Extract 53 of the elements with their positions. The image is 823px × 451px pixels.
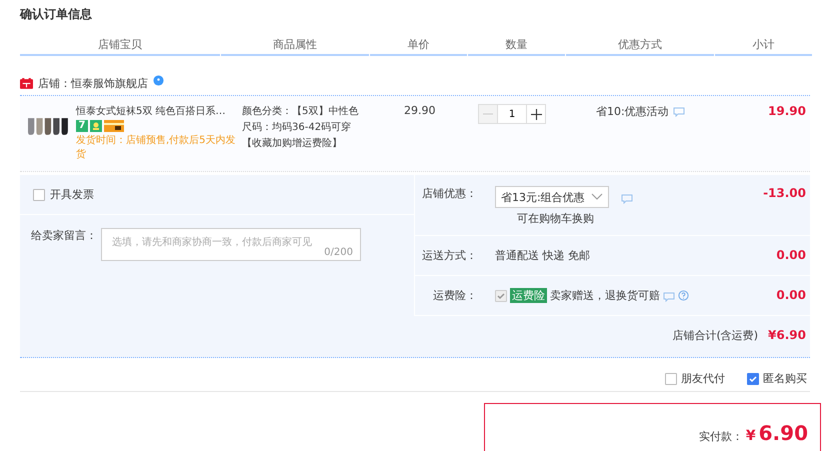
- column-header: 优惠方式: [566, 37, 714, 56]
- fee-amount: 0.00: [775, 288, 806, 302]
- ship-time: 发货时间：店铺预售,付款后5天内发货: [76, 134, 237, 162]
- help-icon[interactable]: [678, 290, 689, 301]
- fee-label: 运费险：: [432, 288, 477, 303]
- column-header: 单价: [370, 37, 467, 56]
- payment-label: 实付款：: [698, 429, 743, 444]
- item-subtotal: 19.90: [768, 104, 806, 118]
- product-attribute: 颜色分类：【5双】中性色: [242, 104, 360, 119]
- unit-price: 29.90: [404, 104, 436, 117]
- message-icon[interactable]: [663, 292, 675, 302]
- column-header: 数量: [468, 37, 565, 56]
- product-title[interactable]: 恒泰女式短袜5双 纯色百搭日系…: [76, 104, 238, 118]
- shipping-method: 普通配送 快递 免邮: [495, 248, 590, 263]
- option-label: 朋友代付: [681, 371, 725, 386]
- store-logo-icon: [20, 78, 33, 89]
- store-name[interactable]: 店铺：恒泰服饰旗舰店: [38, 76, 148, 91]
- column-header: 商品属性: [221, 37, 369, 56]
- option-checkbox[interactable]: [665, 372, 677, 384]
- promotion-text: 省10:优惠活动: [596, 104, 669, 119]
- plus-icon: [530, 108, 542, 120]
- insurance-tag: 运费险: [510, 288, 547, 303]
- fee-label: 运送方式：: [421, 248, 477, 263]
- check-icon: [748, 374, 758, 384]
- message-icon[interactable]: [672, 107, 685, 117]
- fee-amount: 0.00: [775, 248, 806, 262]
- column-header: 店铺宝贝: [20, 37, 220, 56]
- card-icon: [104, 120, 124, 132]
- chevron-down-icon: [590, 193, 603, 201]
- store-total-amount: ¥6.90: [768, 328, 806, 343]
- discount-note: 可在购物车换购: [517, 211, 595, 226]
- discount-dropdown[interactable]: 省13元:组合优惠: [495, 186, 609, 208]
- message-icon[interactable]: [620, 194, 633, 204]
- product-attribute: 尺码：均码36-42码可穿【收藏加购增运费险】: [242, 120, 352, 151]
- column-header: 小计: [715, 37, 812, 56]
- fee-amount: -13.00: [762, 186, 806, 200]
- fee-label: 店铺优惠：: [421, 186, 477, 201]
- chat-icon[interactable]: [153, 75, 164, 86]
- invoice-label: 开具发票: [50, 187, 94, 202]
- check-icon: [496, 290, 506, 300]
- payment-amount: 6.90: [758, 421, 808, 445]
- quantity-field[interactable]: 1: [498, 104, 526, 124]
- option-label: 匿名购买: [763, 371, 807, 386]
- insurance-checkbox[interactable]: [495, 290, 507, 302]
- option-checkbox[interactable]: [747, 372, 759, 384]
- store-total-label: 店铺合计(含运费): [672, 328, 758, 343]
- invoice-checkbox[interactable]: [33, 188, 45, 200]
- seven-day-badge: 7: [76, 120, 88, 132]
- insurance-text: 卖家赠送，退换货可赔: [550, 288, 660, 303]
- increase-button[interactable]: [526, 104, 546, 124]
- message-label: 给卖家留言：: [31, 228, 97, 244]
- currency-symbol: ¥: [746, 428, 756, 444]
- page-title: 确认订单信息: [20, 6, 93, 23]
